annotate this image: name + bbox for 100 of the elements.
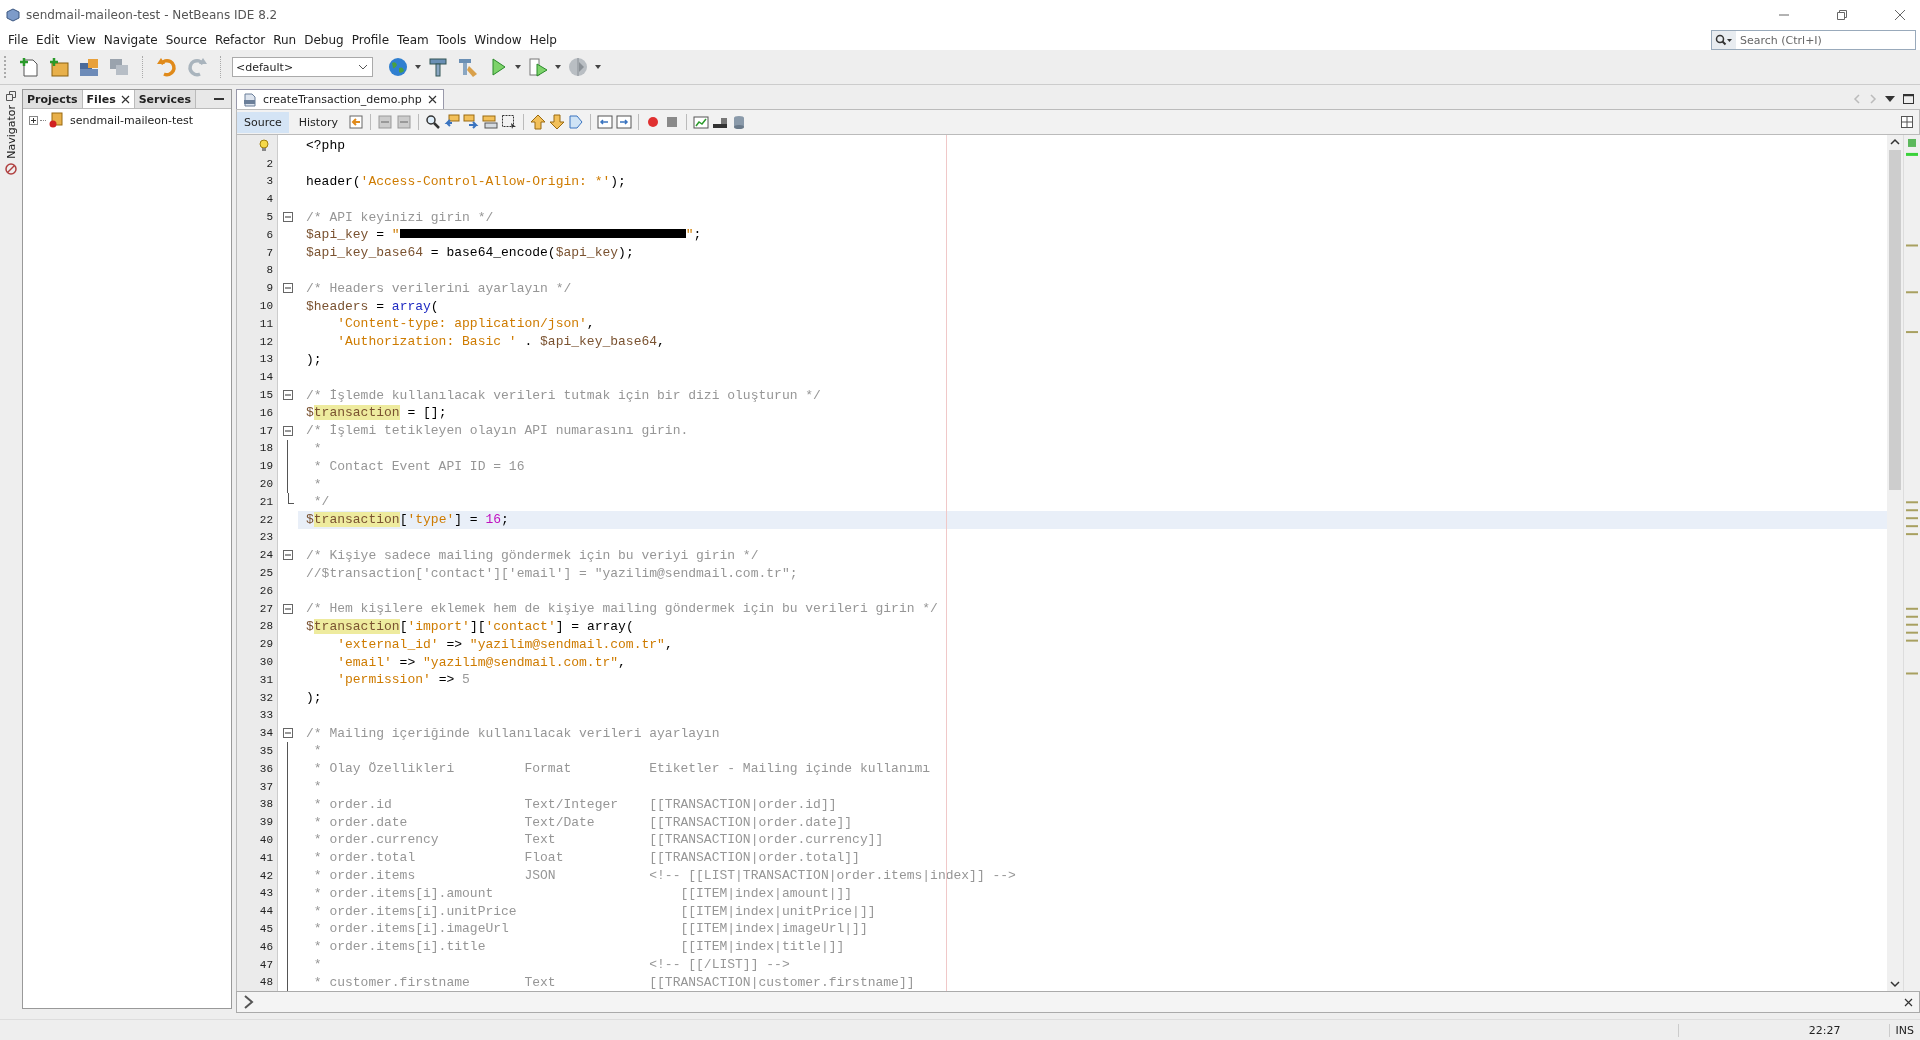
- hammer-icon[interactable]: [427, 56, 449, 78]
- fold-toggle-icon[interactable]: [283, 212, 293, 223]
- code-line: * customer.firstname Text [[TRANSACTION|customer.firstname]]: [312, 974, 915, 990]
- arrow-box-icon[interactable]: [395, 114, 412, 130]
- shift-right-icon[interactable]: [615, 114, 632, 130]
- editor-tab[interactable]: createTransaction_demo.php: [236, 89, 444, 109]
- menu-item[interactable]: Edit: [32, 33, 64, 47]
- close-icon[interactable]: [1894, 9, 1906, 21]
- arrow-right-icon[interactable]: [462, 114, 479, 130]
- line-number: 38: [259, 798, 273, 811]
- view-tab[interactable]: History: [291, 111, 345, 133]
- caret-icon[interactable]: [595, 65, 601, 69]
- caret-icon[interactable]: [515, 65, 521, 69]
- shift-left-icon[interactable]: [596, 114, 613, 130]
- caret-icon[interactable]: [358, 64, 368, 70]
- caret-icon[interactable]: [415, 65, 421, 69]
- fold-toggle-icon[interactable]: [283, 283, 293, 294]
- line-number: 3: [266, 175, 273, 188]
- line-number: 15: [259, 389, 273, 402]
- split-icon[interactable]: [1901, 116, 1913, 128]
- line-number: 35: [259, 745, 273, 757]
- line-number: 36: [259, 762, 273, 775]
- dropdown-icon[interactable]: [1885, 95, 1895, 103]
- menu-item[interactable]: Help: [525, 33, 561, 47]
- scrollbar-thumb[interactable]: [1889, 150, 1901, 490]
- menu-item[interactable]: Source: [161, 33, 211, 47]
- scroll-down-icon[interactable]: [1890, 980, 1900, 988]
- line-number: 25: [259, 567, 273, 579]
- navigator-tab[interactable]: Navigator: [4, 105, 18, 159]
- code-line: /* Headers verilerini ayarlayın */: [306, 280, 572, 296]
- gauge-icon[interactable]: [567, 56, 589, 78]
- caret-icon[interactable]: [555, 65, 561, 69]
- code-line: /* İşlemde kullanılacak verileri tutmak için bir dizi oluşturun */: [306, 387, 821, 403]
- configuration-dropdown[interactable]: <default>: [232, 57, 373, 77]
- line-number: 18: [259, 442, 273, 455]
- code-line: * order.total Float [[TRANSACTION|order.total]]: [312, 850, 860, 866]
- app-cube-icon: [6, 8, 20, 22]
- line-number: 26: [259, 584, 273, 597]
- close-icon[interactable]: [1904, 997, 1913, 1007]
- code-line: );: [306, 351, 322, 367]
- code-line: /* API keyinizi girin */: [306, 209, 494, 225]
- menu-item[interactable]: File: [4, 33, 33, 47]
- lightbulb-icon[interactable]: [259, 139, 269, 153]
- menu-item[interactable]: Navigate: [99, 33, 162, 47]
- arrow-up-icon[interactable]: [529, 114, 546, 130]
- menu-item[interactable]: Team: [393, 33, 433, 47]
- hammer-brush-icon[interactable]: [457, 56, 479, 78]
- restore-icon[interactable]: [1836, 9, 1848, 21]
- maximize-icon[interactable]: [1903, 94, 1914, 104]
- line-number: 24: [259, 549, 273, 562]
- jump-back-icon[interactable]: [347, 114, 364, 130]
- fold-toggle-icon[interactable]: [283, 390, 293, 401]
- no-entry-icon[interactable]: [5, 162, 17, 175]
- tag-icon[interactable]: [567, 114, 584, 130]
- open-folder-icon[interactable]: [78, 56, 100, 78]
- search-icon[interactable]: [424, 114, 441, 130]
- line-number: 10: [259, 300, 273, 313]
- code-line: *: [312, 743, 322, 759]
- arrow-box-icon[interactable]: [376, 114, 393, 130]
- arrow-down-icon[interactable]: [548, 114, 565, 130]
- line-number: 19: [259, 460, 273, 473]
- vertical-scrollbar[interactable]: [1887, 135, 1903, 991]
- panel-tab[interactable]: Projects: [23, 90, 83, 108]
- menu-item[interactable]: View: [63, 33, 100, 47]
- new-file-icon[interactable]: [18, 56, 40, 78]
- code-line: /* Hem kişilere eklemek hem de kişiye mailing göndermek için bu verileri girin */: [306, 601, 938, 617]
- close-icon[interactable]: [427, 95, 437, 104]
- code-line: * Olay Özellikleri Format Etiketler - Mailing içinde kullanımı: [312, 761, 931, 777]
- new-folder-icon[interactable]: [48, 56, 70, 78]
- close-icon[interactable]: [120, 94, 130, 104]
- menu-item[interactable]: Debug: [300, 33, 348, 47]
- debug-icon[interactable]: [527, 56, 549, 78]
- window-title: sendmail-maileon-test - NetBeans IDE 8.2: [26, 8, 278, 22]
- menu-item[interactable]: Tools: [432, 33, 471, 47]
- code-line: * order.items[i].imageUrl [[ITEM|index|imageUrl|]]: [312, 921, 868, 937]
- fold-toggle-icon[interactable]: [283, 550, 293, 561]
- fold-toggle-icon[interactable]: [283, 425, 293, 436]
- project-name[interactable]: sendmail-maileon-test: [70, 113, 194, 127]
- scroll-up-icon[interactable]: [1890, 138, 1900, 146]
- code-line: /* Mailing içeriğinde kullanılacak verileri ayarlayın: [306, 725, 720, 741]
- chart-icon[interactable]: [692, 114, 709, 130]
- code-line: *: [312, 779, 322, 795]
- selection-icon[interactable]: [500, 114, 517, 130]
- expand-icon[interactable]: [29, 115, 38, 125]
- panel-tab[interactable]: Files: [82, 90, 135, 108]
- line-number: 40: [259, 833, 273, 846]
- restore-icon[interactable]: [6, 91, 16, 101]
- menu-item[interactable]: Window: [470, 33, 526, 47]
- line-number: 14: [259, 371, 273, 384]
- panel-tab[interactable]: Services: [134, 90, 196, 108]
- fold-toggle-icon[interactable]: [283, 728, 293, 739]
- globe-icon[interactable]: [387, 56, 409, 78]
- menu-item[interactable]: Refactor: [210, 33, 270, 47]
- code-line: *: [312, 440, 322, 456]
- fold-toggle-icon[interactable]: [283, 603, 293, 614]
- code-line: * Contact Event API ID = 16: [312, 458, 525, 474]
- view-tab[interactable]: Source: [237, 111, 289, 133]
- menu-item[interactable]: Run: [269, 33, 301, 47]
- chevron-right-icon[interactable]: [243, 995, 255, 1009]
- menu-item[interactable]: Profile: [347, 33, 393, 47]
